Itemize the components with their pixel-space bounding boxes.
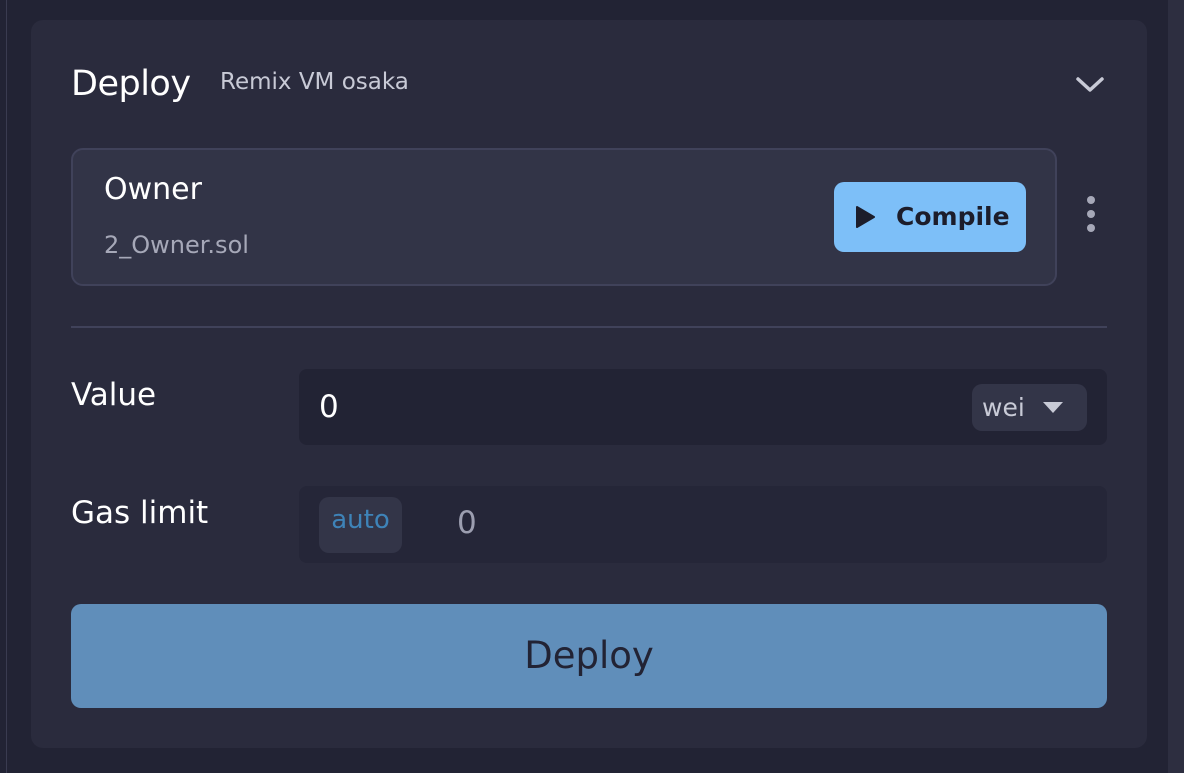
compile-button-label: Compile [896, 202, 1010, 231]
gas-limit-field: auto 0 [299, 486, 1107, 563]
value-input-text: 0 [319, 389, 339, 425]
deploy-button-label: Deploy [524, 634, 654, 677]
contract-name: Owner [104, 172, 202, 207]
value-label: Value [71, 377, 157, 413]
unit-select-value: wei [982, 392, 1025, 422]
left-panel-edge [0, 0, 7, 773]
unit-select[interactable]: wei [972, 384, 1087, 431]
divider [71, 326, 1107, 328]
panel-title: Deploy [71, 64, 191, 104]
scrollbar-track[interactable] [1168, 0, 1184, 773]
gas-auto-label: auto [331, 505, 390, 535]
deploy-button[interactable]: Deploy [71, 604, 1107, 708]
gas-limit-input[interactable]: 0 [457, 504, 477, 542]
play-icon [856, 206, 875, 228]
chevron-down-icon[interactable] [1074, 73, 1106, 95]
environment-label: Remix VM osaka [220, 69, 409, 95]
deploy-panel: Deploy Remix VM osaka Owner 2_Owner.sol … [31, 20, 1147, 748]
more-vertical-icon[interactable] [1081, 194, 1101, 234]
gas-limit-label: Gas limit [71, 495, 209, 531]
contract-card: Owner 2_Owner.sol Compile [71, 148, 1057, 286]
gas-auto-toggle[interactable]: auto [319, 497, 402, 553]
contract-file: 2_Owner.sol [104, 231, 249, 259]
caret-down-icon [1042, 402, 1063, 413]
compile-button[interactable]: Compile [834, 182, 1026, 252]
value-input[interactable]: 0 wei [299, 369, 1107, 445]
